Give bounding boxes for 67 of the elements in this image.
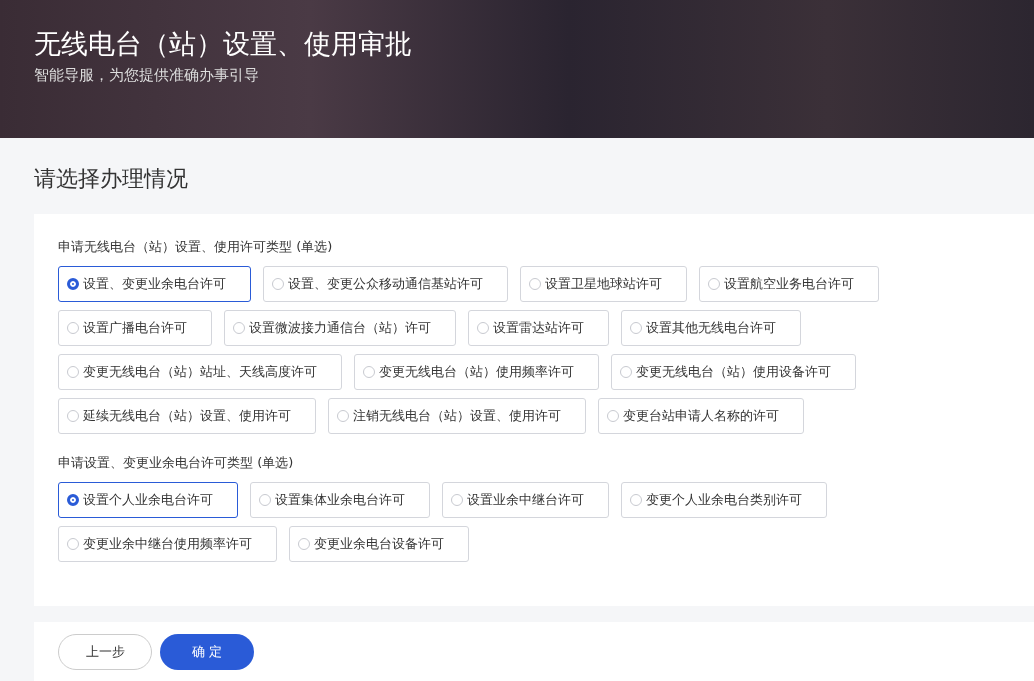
option-label: 延续无线电台（站）设置、使用许可: [83, 407, 291, 425]
radio-icon: [67, 538, 79, 550]
radio-icon: [67, 278, 79, 290]
radio-option[interactable]: 设置、变更公众移动通信基站许可: [263, 266, 508, 302]
radio-option[interactable]: 延续无线电台（站）设置、使用许可: [58, 398, 316, 434]
radio-icon: [477, 322, 489, 334]
radio-icon: [708, 278, 720, 290]
radio-option[interactable]: 变更个人业余电台类别许可: [621, 482, 827, 518]
option-label: 设置其他无线电台许可: [646, 319, 776, 337]
option-label: 设置业余中继台许可: [467, 491, 584, 509]
option-label: 变更个人业余电台类别许可: [646, 491, 802, 509]
page-subtitle: 智能导服，为您提供准确办事引导: [34, 66, 260, 85]
option-label: 设置卫星地球站许可: [545, 275, 662, 293]
radio-icon: [298, 538, 310, 550]
radio-option[interactable]: 设置、变更业余电台许可: [58, 266, 251, 302]
radio-icon: [337, 410, 349, 422]
radio-icon: [451, 494, 463, 506]
radio-option[interactable]: 变更业余电台设备许可: [289, 526, 469, 562]
radio-icon: [630, 322, 642, 334]
section-heading: 请选择办理情况: [33, 165, 189, 193]
group-label: 申请无线电台（站）设置、使用许可类型 (单选): [58, 238, 334, 256]
option-label: 变更业余中继台使用频率许可: [83, 535, 252, 553]
radio-icon: [630, 494, 642, 506]
group-label: 申请设置、变更业余电台许可类型 (单选): [58, 454, 295, 472]
radio-option[interactable]: 设置微波接力通信台（站）许可: [224, 310, 456, 346]
option-label: 设置广播电台许可: [83, 319, 187, 337]
radio-option[interactable]: 注销无线电台（站）设置、使用许可: [328, 398, 586, 434]
radio-icon: [529, 278, 541, 290]
radio-icon: [67, 410, 79, 422]
radio-icon: [233, 322, 245, 334]
option-label: 设置、变更公众移动通信基站许可: [288, 275, 483, 293]
confirm-button[interactable]: 确 定: [160, 634, 254, 670]
radio-option[interactable]: 设置集体业余电台许可: [250, 482, 430, 518]
option-label: 设置航空业务电台许可: [724, 275, 854, 293]
back-button[interactable]: 上一步: [58, 634, 152, 670]
radio-icon: [363, 366, 375, 378]
radio-option[interactable]: 变更无线电台（站）站址、天线高度许可: [58, 354, 342, 390]
radio-icon: [607, 410, 619, 422]
radio-option[interactable]: 变更无线电台（站）使用频率许可: [354, 354, 599, 390]
option-label: 设置雷达站许可: [493, 319, 584, 337]
radio-option[interactable]: 设置广播电台许可: [58, 310, 212, 346]
option-label: 设置微波接力通信台（站）许可: [249, 319, 431, 337]
radio-icon: [272, 278, 284, 290]
radio-option[interactable]: 变更台站申请人名称的许可: [598, 398, 804, 434]
option-label: 设置个人业余电台许可: [83, 491, 213, 509]
radio-option[interactable]: 设置业余中继台许可: [442, 482, 609, 518]
radio-option[interactable]: 设置卫星地球站许可: [520, 266, 687, 302]
option-label: 变更台站申请人名称的许可: [623, 407, 779, 425]
radio-option[interactable]: 设置其他无线电台许可: [621, 310, 801, 346]
radio-option[interactable]: 设置雷达站许可: [468, 310, 609, 346]
page-title: 无线电台（站）设置、使用审批: [34, 27, 413, 61]
radio-icon: [67, 494, 79, 506]
option-label: 变更业余电台设备许可: [314, 535, 444, 553]
option-label: 变更无线电台（站）站址、天线高度许可: [83, 363, 317, 381]
radio-icon: [259, 494, 271, 506]
radio-option[interactable]: 设置航空业务电台许可: [699, 266, 879, 302]
radio-icon: [67, 366, 79, 378]
option-label: 设置集体业余电台许可: [275, 491, 405, 509]
option-label: 注销无线电台（站）设置、使用许可: [353, 407, 561, 425]
radio-option[interactable]: 变更业余中继台使用频率许可: [58, 526, 277, 562]
option-label: 变更无线电台（站）使用设备许可: [636, 363, 831, 381]
radio-icon: [620, 366, 632, 378]
radio-option[interactable]: 变更无线电台（站）使用设备许可: [611, 354, 856, 390]
radio-option[interactable]: 设置个人业余电台许可: [58, 482, 238, 518]
option-label: 变更无线电台（站）使用频率许可: [379, 363, 574, 381]
option-label: 设置、变更业余电台许可: [83, 275, 226, 293]
radio-icon: [67, 322, 79, 334]
